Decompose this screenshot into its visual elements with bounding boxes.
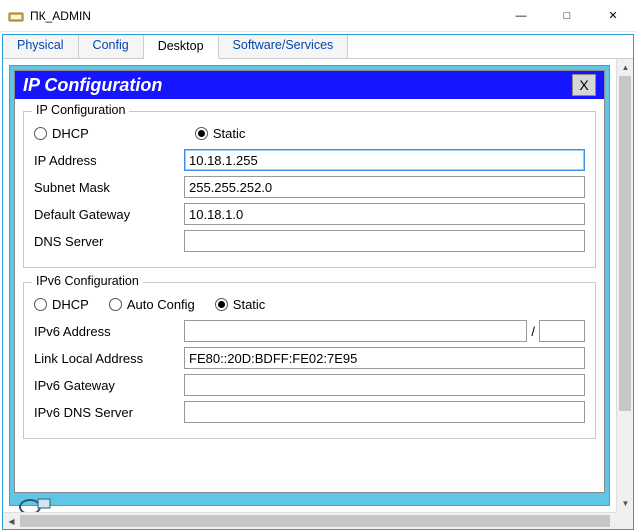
hscroll-track[interactable] — [20, 513, 616, 529]
tab-config[interactable]: Config — [79, 35, 144, 58]
tab-physical[interactable]: Physical — [3, 35, 79, 58]
titlebar: ПК_ADMIN — □ ✕ — [0, 0, 636, 32]
link-local-input[interactable] — [184, 347, 585, 369]
prefix-separator: / — [531, 324, 535, 339]
ipv6-gateway-label: IPv6 Gateway — [34, 378, 184, 393]
pc-icon — [18, 495, 50, 512]
ipv4-mode-row: DHCP Static — [34, 126, 585, 141]
desktop-below — [14, 493, 605, 512]
ipv4-group: IP Configuration DHCP Static — [23, 111, 596, 268]
ipv4-static-label: Static — [213, 126, 246, 141]
link-local-label: Link Local Address — [34, 351, 184, 366]
subnet-mask-input[interactable] — [184, 176, 585, 198]
radio-icon — [34, 298, 47, 311]
ipv6-static-label: Static — [233, 297, 266, 312]
scroll-down-button[interactable]: ▼ — [617, 495, 633, 512]
maximize-button[interactable]: □ — [544, 0, 590, 31]
dialog-titlebar: IP Configuration X — [15, 71, 604, 99]
content-pane: IP Configuration X IP Configuration DHCP — [3, 59, 616, 512]
ipv4-static-radio[interactable]: Static — [195, 126, 246, 141]
desktop-panel: IP Configuration X IP Configuration DHCP — [9, 65, 610, 506]
ipv6-auto-label: Auto Config — [127, 297, 195, 312]
ipv6-address-label: IPv6 Address — [34, 324, 184, 339]
vscroll-thumb[interactable] — [619, 76, 631, 411]
dns-server-label: DNS Server — [34, 234, 184, 249]
app-icon — [8, 8, 24, 24]
scroll-corner — [616, 512, 633, 529]
tab-row: Physical Config Desktop Software/Service… — [3, 35, 633, 59]
ipv6-dns-input[interactable] — [184, 401, 585, 423]
radio-icon — [195, 127, 208, 140]
radio-icon — [109, 298, 122, 311]
horizontal-scrollbar[interactable]: ◀ ▶ — [3, 512, 633, 529]
radio-icon — [215, 298, 228, 311]
dns-server-input[interactable] — [184, 230, 585, 252]
tab-software-services[interactable]: Software/Services — [219, 35, 349, 58]
scroll-area: IP Configuration X IP Configuration DHCP — [3, 59, 633, 529]
scroll-left-button[interactable]: ◀ — [3, 513, 20, 529]
ipv4-dhcp-radio[interactable]: DHCP — [34, 126, 89, 141]
radio-icon — [34, 127, 47, 140]
ipv6-auto-radio[interactable]: Auto Config — [109, 297, 195, 312]
scroll-up-button[interactable]: ▲ — [617, 59, 633, 76]
ipv4-dhcp-label: DHCP — [52, 126, 89, 141]
app-frame: Physical Config Desktop Software/Service… — [2, 34, 634, 530]
window-title: ПК_ADMIN — [30, 9, 91, 23]
default-gateway-label: Default Gateway — [34, 207, 184, 222]
vertical-scrollbar[interactable]: ▲ ▼ — [616, 59, 633, 512]
dialog-title: IP Configuration — [23, 75, 162, 96]
ipv6-legend: IPv6 Configuration — [32, 274, 143, 288]
ipv6-prefix-input[interactable] — [539, 320, 585, 342]
tab-desktop[interactable]: Desktop — [144, 36, 219, 59]
ipv6-gateway-input[interactable] — [184, 374, 585, 396]
subnet-mask-label: Subnet Mask — [34, 180, 184, 195]
window-controls: — □ ✕ — [498, 0, 636, 31]
ipv6-dhcp-label: DHCP — [52, 297, 89, 312]
ipv6-mode-row: DHCP Auto Config Static — [34, 297, 585, 312]
dialog-body: IP Configuration DHCP Static — [15, 99, 604, 447]
ipv6-dns-label: IPv6 DNS Server — [34, 405, 184, 420]
ipv6-group: IPv6 Configuration DHCP Auto Config — [23, 282, 596, 439]
minimize-button[interactable]: — — [498, 0, 544, 31]
ip-address-label: IP Address — [34, 153, 184, 168]
hscroll-thumb[interactable] — [20, 515, 610, 527]
ip-address-input[interactable] — [184, 149, 585, 171]
ipv6-dhcp-radio[interactable]: DHCP — [34, 297, 89, 312]
dialog-close-button[interactable]: X — [572, 74, 596, 96]
ipv6-address-input[interactable] — [184, 320, 527, 342]
close-button[interactable]: ✕ — [590, 0, 636, 31]
default-gateway-input[interactable] — [184, 203, 585, 225]
vscroll-track[interactable] — [617, 76, 633, 495]
ipv6-static-radio[interactable]: Static — [215, 297, 266, 312]
ipv4-legend: IP Configuration — [32, 103, 129, 117]
ip-config-window: IP Configuration X IP Configuration DHCP — [14, 70, 605, 493]
